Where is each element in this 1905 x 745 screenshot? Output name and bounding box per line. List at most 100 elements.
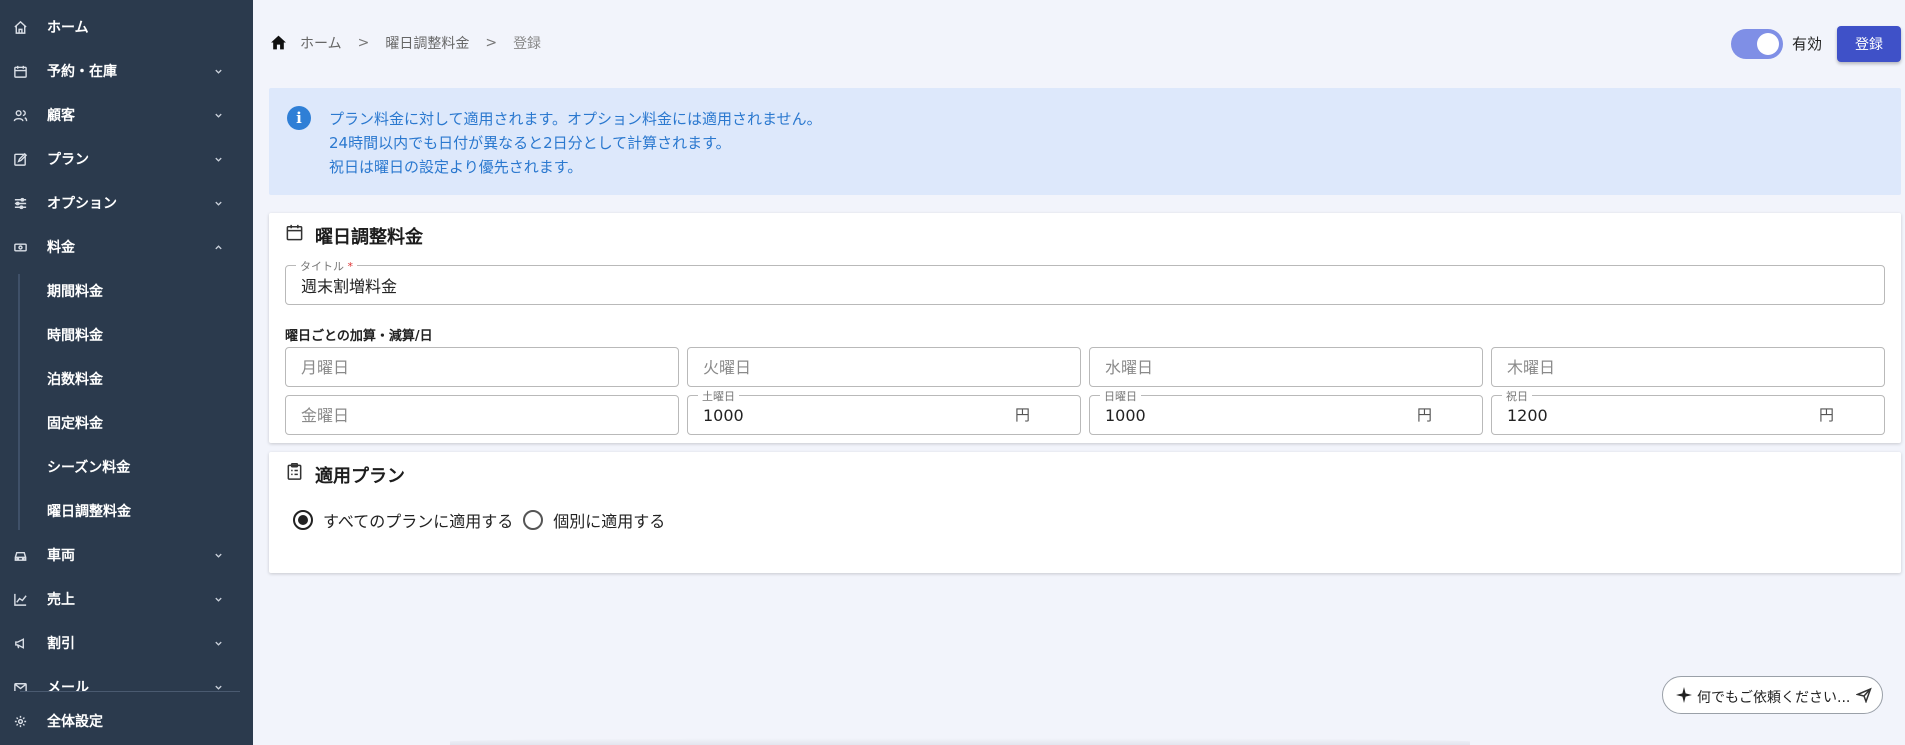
apply-individually-radio[interactable] (523, 510, 544, 530)
sidebar-item-pricing[interactable]: 料金 (0, 229, 253, 265)
assistant-placeholder: 何でもご依頼ください... (1697, 690, 1851, 706)
car-icon (12, 547, 28, 563)
users-icon (12, 107, 28, 123)
tuesday-field[interactable] (687, 347, 1081, 387)
edit-document-icon (12, 151, 28, 167)
currency-unit: 円 (1416, 406, 1432, 424)
sidebar-item-label: 料金 (47, 240, 75, 256)
chevron-down-icon (213, 638, 223, 648)
title-input[interactable] (286, 266, 1884, 304)
sidebar-item-settings[interactable]: 全体設定 (0, 703, 253, 739)
thursday-field[interactable] (1491, 347, 1885, 387)
enabled-toggle[interactable] (1731, 29, 1783, 59)
sparkle-icon (1675, 686, 1693, 704)
sidebar-subitem-label: 期間料金 (47, 284, 103, 300)
breadcrumb-separator: > (357, 35, 370, 51)
apply-all-plans-radio[interactable] (293, 510, 313, 530)
calendar-icon (285, 223, 305, 243)
sidebar-item-label: メール (47, 680, 89, 691)
breadcrumb-home[interactable]: ホーム (300, 33, 342, 53)
sidebar: ホーム 予約・在庫 顧客 プラン オプション 料金 期間料金 時間料金 泊数料金… (0, 0, 253, 745)
sidebar-divider (20, 691, 240, 692)
sidebar-subitem-weekday[interactable]: 曜日調整料金 (0, 493, 253, 529)
holiday-field[interactable]: 祝日 円 (1491, 388, 1885, 435)
chevron-down-icon (213, 550, 223, 560)
sidebar-item-discounts[interactable]: 割引 (0, 625, 253, 661)
info-line: 祝日は曜日の設定より優先されます。 (329, 158, 583, 176)
sidebar-item-label: 全体設定 (47, 714, 103, 730)
chevron-down-icon (213, 682, 223, 691)
sidebar-item-customers[interactable]: 顧客 (0, 97, 253, 133)
sidebar-item-label: 車両 (47, 548, 75, 564)
info-icon: i (287, 106, 311, 130)
toggle-knob (1757, 33, 1779, 55)
chevron-down-icon (213, 66, 223, 76)
info-line: プラン料金に対して適用されます。オプション料金には適用されません。 (329, 110, 822, 128)
friday-field[interactable] (285, 395, 679, 435)
sidebar-subitem-hourly[interactable]: 時間料金 (0, 317, 253, 353)
info-line: 24時間以内でも日付が異なると2日分として計算されます。 (329, 134, 731, 152)
sidebar-item-reservations[interactable]: 予約・在庫 (0, 53, 253, 89)
sidebar-subitem-label: 曜日調整料金 (47, 504, 131, 520)
card-title: 曜日調整料金 (315, 227, 423, 248)
mail-icon (12, 679, 28, 691)
breadcrumb-separator: > (485, 35, 498, 51)
sidebar-subitem-label: 固定料金 (47, 416, 103, 432)
sidebar-item-sales[interactable]: 売上 (0, 581, 253, 617)
money-icon (12, 239, 28, 255)
sidebar-item-label: 顧客 (47, 108, 75, 124)
register-button[interactable]: 登録 (1837, 26, 1901, 62)
submenu-rail (18, 274, 20, 530)
title-field[interactable]: タイトル * (285, 258, 1885, 305)
home-icon[interactable] (270, 34, 288, 52)
thursday-input[interactable] (1492, 348, 1884, 386)
tuesday-input[interactable] (688, 348, 1080, 386)
applicable-plans-card: 適用プラン すべてのプランに適用する 個別に適用する (269, 452, 1901, 573)
info-banner: i プラン料金に対して適用されます。オプション料金には適用されません。 24時間… (269, 88, 1901, 195)
sidebar-subitem-nights[interactable]: 泊数料金 (0, 361, 253, 397)
sidebar-item-mail[interactable]: メール (0, 672, 253, 691)
sidebar-item-plans[interactable]: プラン (0, 141, 253, 177)
assistant-input[interactable]: 何でもご依頼ください... (1662, 676, 1883, 714)
sidebar-subitem-label: 時間料金 (47, 328, 103, 344)
weekday-pricing-card: 曜日調整料金 タイトル * 曜日ごとの加算・減算/日 土曜日 円 日曜日 円 祝… (269, 213, 1901, 443)
radio-dot (298, 515, 308, 525)
sliders-icon (12, 195, 28, 211)
gear-icon (12, 713, 28, 729)
wednesday-field[interactable] (1089, 347, 1483, 387)
saturday-field[interactable]: 土曜日 円 (687, 388, 1081, 435)
sidebar-subitem-period[interactable]: 期間料金 (0, 273, 253, 309)
monday-input[interactable] (286, 348, 678, 386)
sidebar-item-label: ホーム (47, 20, 89, 36)
plan-radio-group: すべてのプランに適用する 個別に適用する (293, 508, 675, 532)
sidebar-subitem-season[interactable]: シーズン料金 (0, 449, 253, 485)
sidebar-subitem-fixed[interactable]: 固定料金 (0, 405, 253, 441)
chevron-down-icon (213, 198, 223, 208)
sidebar-item-home[interactable]: ホーム (0, 9, 253, 45)
monday-field[interactable] (285, 347, 679, 387)
sidebar-item-options[interactable]: オプション (0, 185, 253, 221)
sidebar-item-label: 割引 (47, 636, 75, 652)
chevron-down-icon (213, 154, 223, 164)
breadcrumb-weekday-pricing[interactable]: 曜日調整料金 (385, 33, 469, 53)
bottom-panel-edge (450, 738, 1470, 745)
megaphone-icon (12, 635, 28, 651)
enabled-toggle-label: 有効 (1792, 35, 1823, 53)
currency-unit: 円 (1014, 406, 1030, 424)
breadcrumb: ホーム > 曜日調整料金 > 登録 (270, 32, 541, 54)
send-icon[interactable] (1855, 687, 1872, 704)
chart-icon (12, 591, 28, 607)
chevron-down-icon (213, 594, 223, 604)
currency-unit: 円 (1818, 406, 1834, 424)
wednesday-input[interactable] (1090, 348, 1482, 386)
sidebar-item-vehicles[interactable]: 車両 (0, 537, 253, 573)
apply-individually-label[interactable]: 個別に適用する (553, 508, 665, 532)
chevron-down-icon (213, 110, 223, 120)
friday-input[interactable] (286, 396, 678, 434)
sidebar-item-label: オプション (47, 196, 117, 212)
sidebar-scroll-clip: メール (0, 672, 253, 691)
apply-all-plans-label[interactable]: すべてのプランに適用する (323, 508, 513, 532)
sunday-field[interactable]: 日曜日 円 (1089, 388, 1483, 435)
sidebar-subitem-label: シーズン料金 (47, 460, 131, 476)
chevron-up-icon (213, 242, 223, 252)
